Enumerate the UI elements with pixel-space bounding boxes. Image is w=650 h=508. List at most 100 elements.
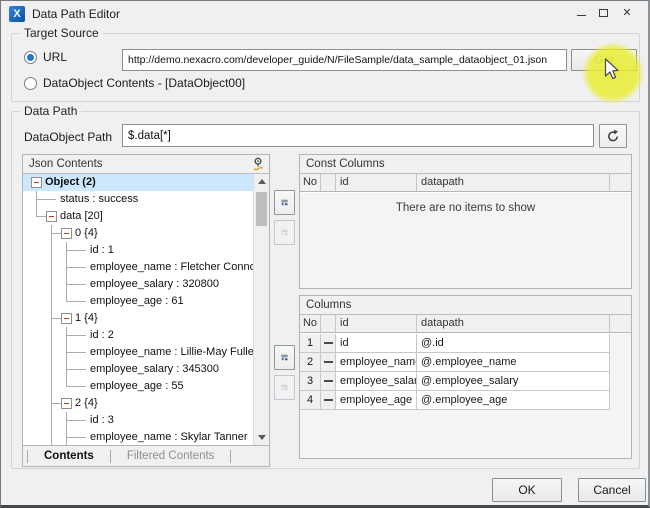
tree-guide-line [51,412,52,429]
data-path-editor-dialog: X Data Path Editor ✕ Target Source URL G… [0,0,650,508]
minimize-button[interactable] [572,4,590,22]
tree-guide-line [66,352,86,353]
tree-item[interactable]: status : success [23,191,253,208]
tree-item[interactable]: Object (2) [23,174,253,191]
tree-tab-bar: ContentsFiltered Contents [23,445,269,466]
tab-contents[interactable]: Contents [28,446,110,466]
cancel-button[interactable]: Cancel [578,478,646,502]
tab-filtered-contents[interactable]: Filtered Contents [111,446,231,466]
add-const-column-button[interactable] [274,190,295,215]
tree-item[interactable]: employee_age : 55 [23,378,253,395]
tree-item-label: id : 1 [90,242,114,259]
url-input[interactable] [122,49,567,71]
tree-item[interactable]: data [20] [23,208,253,225]
tree-collapse-icon[interactable] [31,177,42,188]
tree-item[interactable]: employee_salary : 345300 [23,361,253,378]
tree-guide-line [66,301,86,302]
tree-item[interactable]: 1 {4} [23,310,253,327]
json-contents-panel: Json Contents Object (2)status : success… [22,154,270,467]
const-columns-body: There are no items to show [300,193,631,288]
key-icon[interactable] [252,157,264,171]
tree-guide-line [66,267,86,268]
add-column-icon [281,351,288,364]
row-handle[interactable] [321,353,336,372]
column-datapath-cell[interactable]: @.employee_name [417,353,610,372]
get-button[interactable]: Get [571,49,637,71]
scrollbar-down-button[interactable] [254,430,269,445]
tree-guide-line [51,429,52,445]
maximize-button[interactable] [594,4,612,22]
tree-item[interactable]: employee_name : Skylar Tanner [23,429,253,445]
tree-item[interactable]: employee_age : 61 [23,293,253,310]
data-path-group: Data Path DataObject Path Json Contents [11,111,640,469]
minimize-icon [577,15,586,16]
title-bar: X Data Path Editor ✕ [1,1,648,27]
url-radio[interactable] [24,51,37,64]
tab-divider [230,450,231,463]
scroll-down-icon [258,435,266,440]
row-number: 3 [300,372,321,391]
add-column-button[interactable] [274,345,295,370]
row-handle[interactable] [321,391,336,410]
tree-item[interactable]: 0 {4} [23,225,253,242]
json-tree: Object (2)status : successdata [20]0 {4}… [23,174,253,445]
tree-collapse-icon[interactable] [61,228,72,239]
refresh-button[interactable] [599,124,627,148]
tree-guide-line [51,403,61,404]
tree-guide-line [66,369,86,370]
scroll-up-icon [258,179,266,184]
tree-item-label: id : 2 [90,327,114,344]
column-id-cell[interactable]: id [336,334,417,353]
tree-item[interactable]: employee_name : Fletcher Connolly [23,259,253,276]
tree-collapse-icon[interactable] [46,211,57,222]
remove-column-button[interactable] [274,375,295,400]
row-handle-icon [324,342,333,344]
column-datapath-cell[interactable]: @.id [417,334,610,353]
dataobject-path-input[interactable] [122,124,594,147]
row-handle[interactable] [321,334,336,353]
close-button[interactable]: ✕ [618,4,636,22]
tree-item-label: employee_name : Skylar Tanner [90,429,248,445]
url-radio-label: URL [43,49,67,66]
remove-column-icon [281,381,288,394]
columns-body: 1id@.id2 employee_name@.employee_name 3 emp… [300,334,631,458]
ok-button[interactable]: OK [492,478,562,502]
target-source-group-label: Target Source [20,26,103,40]
row-filler [610,353,631,372]
tree-item[interactable]: id : 3 [23,412,253,429]
tree-item[interactable]: id : 1 [23,242,253,259]
columns-title: Columns [306,296,351,314]
const-columns-column-headers: Noiddatapath [300,174,631,192]
tree-collapse-icon[interactable] [61,398,72,409]
tree-item[interactable]: id : 2 [23,327,253,344]
dataobject-contents-radio-label: DataObject Contents - [DataObject00] [43,75,245,92]
tree-item[interactable]: employee_name : Lillie-May Fuller [23,344,253,361]
tree-item-label: employee_salary : 345300 [90,361,219,378]
row-handle[interactable] [321,372,336,391]
tree-item-label: employee_age : 61 [90,293,184,310]
remove-const-column-button[interactable] [274,220,295,245]
column-id-cell[interactable]: employee_age [336,391,417,410]
tree-item[interactable]: 2 {4} [23,395,253,412]
scrollbar-thumb[interactable] [256,192,267,226]
column-datapath-cell[interactable]: @.employee_age [417,391,610,410]
row-handle-icon [324,380,333,382]
tree-collapse-icon[interactable] [61,313,72,324]
column-id-cell[interactable]: employee_name [336,353,417,372]
row-number: 2 [300,353,321,372]
maximize-icon [599,9,608,17]
dataobject-contents-radio[interactable] [24,77,37,90]
tree-guide-line [51,318,61,319]
tree-item-label: 0 {4} [75,225,98,242]
column-row: 1id@.id [300,334,631,353]
const-columns-empty-message: There are no items to show [300,193,631,214]
tree-item[interactable]: employee_salary : 320800 [23,276,253,293]
column-header-blank [610,174,631,191]
json-contents-header: Json Contents [23,155,269,174]
data-path-group-label: Data Path [20,104,81,118]
tree-item-label: employee_age : 55 [90,378,184,395]
column-datapath-cell[interactable]: @.employee_salary [417,372,610,391]
scrollbar-up-button[interactable] [254,174,269,189]
tree-guide-line [51,327,52,344]
column-id-cell[interactable]: employee_salary [336,372,417,391]
